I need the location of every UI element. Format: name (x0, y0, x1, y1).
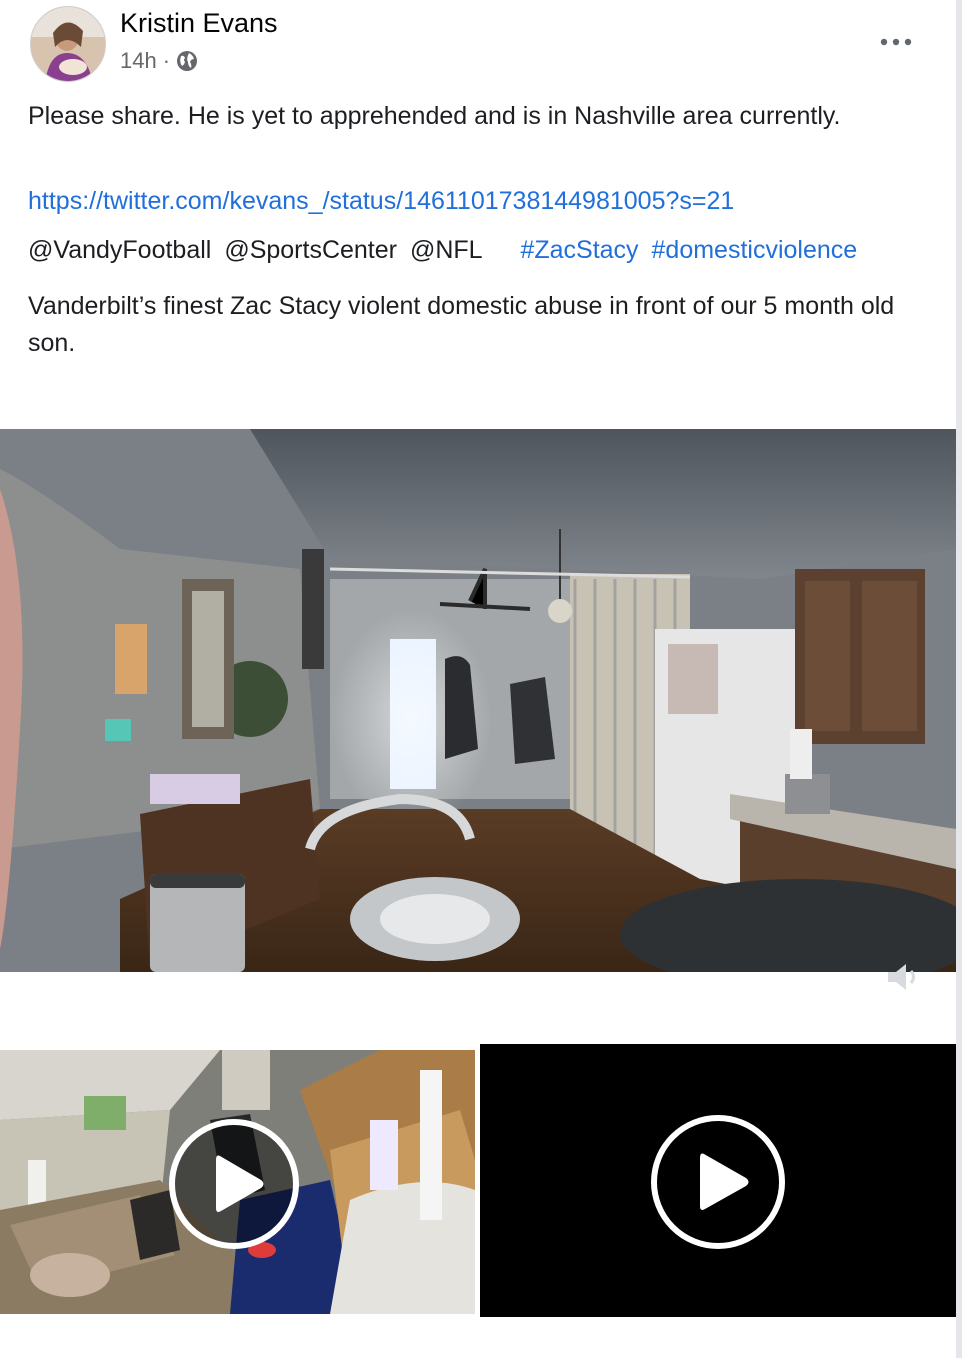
author-avatar[interactable] (30, 6, 106, 82)
mention-sportscenter[interactable]: @SportsCenter (224, 236, 397, 264)
mentions-and-hashtags: @VandyFootball @SportsCenter @NFL #ZacSt… (28, 236, 863, 265)
hashtag-domesticviolence[interactable]: #domesticviolence (652, 236, 858, 264)
post-meta: 14h · (120, 48, 198, 74)
more-options-icon[interactable] (878, 24, 914, 60)
video-thumbnail-2[interactable] (480, 1044, 956, 1317)
post-text-share-request: Please share. He is yet to apprehended a… (28, 102, 841, 130)
play-icon[interactable] (648, 1112, 788, 1252)
hashtag-zacstacy[interactable]: #ZacStacy (520, 236, 638, 264)
mention-vandyfootball[interactable]: @VandyFootball (28, 236, 211, 264)
author-name[interactable]: Kristin Evans (120, 8, 278, 39)
globe-icon (176, 50, 198, 72)
volume-icon[interactable] (884, 960, 924, 994)
play-icon[interactable] (166, 1116, 302, 1252)
scrollbar-track[interactable] (956, 0, 962, 1358)
mention-nfl[interactable]: @NFL (410, 236, 483, 264)
twitter-link[interactable]: https://twitter.com/kevans_/status/14611… (28, 187, 734, 216)
video-thumbnail-1[interactable] (0, 1050, 475, 1314)
facebook-post: Kristin Evans 14h · Please share. He is … (0, 0, 962, 1358)
meta-separator: · (162, 48, 171, 73)
main-video[interactable] (0, 429, 956, 972)
post-timestamp[interactable]: 14h (120, 48, 157, 74)
post-text-description: Vanderbilt’s finest Zac Stacy violent do… (28, 292, 895, 357)
